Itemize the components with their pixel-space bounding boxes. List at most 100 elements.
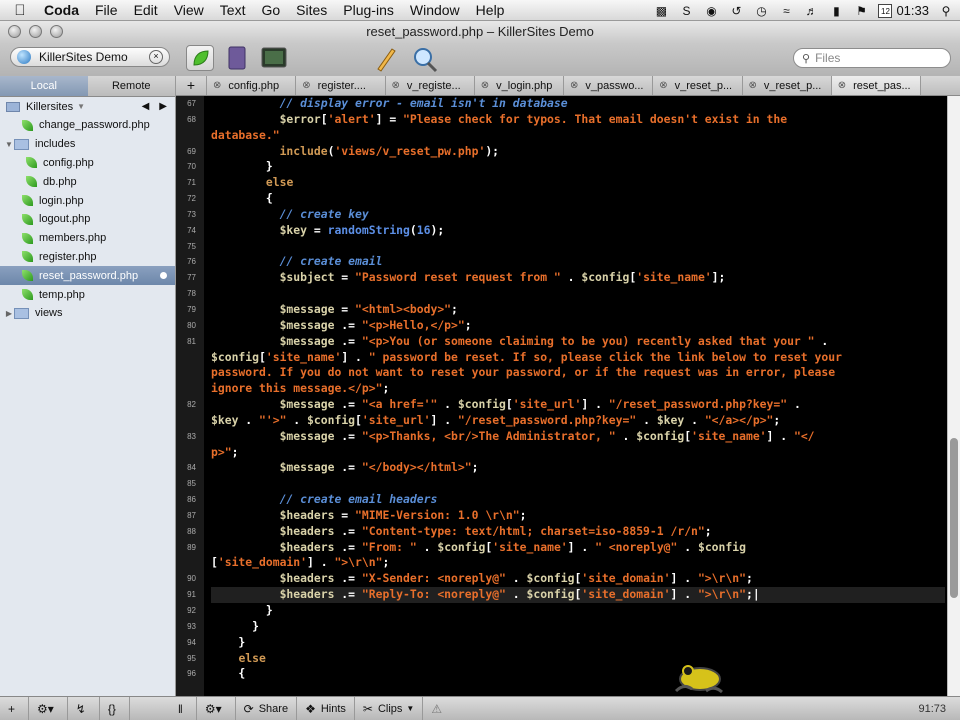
spotlight-icon[interactable]: ⚲ xyxy=(938,4,954,18)
close-tab-icon[interactable]: ⊗ xyxy=(659,80,667,91)
file-tab[interactable]: ⊗ v_reset_p... xyxy=(653,76,743,95)
preview-button[interactable] xyxy=(224,45,252,71)
code-braces-button[interactable]: {} xyxy=(100,697,130,720)
close-tab-icon[interactable]: ⊗ xyxy=(302,80,310,91)
file-row[interactable]: temp.php xyxy=(0,285,175,304)
code-text[interactable]: 67 // display error - email isn't in dat… xyxy=(187,96,945,682)
close-tab-icon[interactable]: ⊗ xyxy=(838,80,846,91)
hints-button[interactable]: ❖ Hints xyxy=(297,697,355,720)
line-number: 81 xyxy=(187,336,196,346)
calendar-icon: 12 xyxy=(878,3,893,18)
apple-icon[interactable]:  xyxy=(0,2,40,19)
terminal-button[interactable] xyxy=(260,45,288,71)
file-tab-active[interactable]: ⊗ reset_pas... xyxy=(831,76,921,95)
menu-edit[interactable]: Edit xyxy=(126,2,166,18)
vertical-scrollbar[interactable] xyxy=(947,96,960,696)
file-tab[interactable]: ⊗ config.php xyxy=(207,76,297,95)
time-machine-icon[interactable]: ↺ xyxy=(728,4,744,18)
line-number: 72 xyxy=(187,194,196,204)
scrollbar-thumb[interactable] xyxy=(950,438,958,598)
site-actions-button[interactable]: ⚙▾ xyxy=(29,697,68,720)
file-row[interactable]: register.php xyxy=(0,248,175,267)
menu-text[interactable]: Text xyxy=(212,2,254,18)
zoom-window-button[interactable] xyxy=(50,25,63,38)
inspect-button[interactable] xyxy=(410,45,438,73)
php-file-icon xyxy=(22,289,33,301)
clips-button[interactable]: ✂ Clips ▼ xyxy=(355,697,424,720)
menu-sites[interactable]: Sites xyxy=(288,2,335,18)
tab-remote[interactable]: Remote xyxy=(88,76,176,96)
new-tab-button[interactable]: + xyxy=(176,76,207,95)
line-number: 77 xyxy=(187,273,196,283)
close-tab-icon[interactable]: ⊗ xyxy=(481,80,489,91)
tab-local[interactable]: Local xyxy=(0,76,88,96)
file-name: register.php xyxy=(39,250,97,263)
code-line: 74 $key = randomString(16); xyxy=(187,223,945,239)
php-file-icon xyxy=(22,213,33,225)
tab-label: reset_pas... xyxy=(853,79,911,92)
file-row-selected[interactable]: reset_password.php xyxy=(0,266,175,286)
file-row[interactable]: logout.php xyxy=(0,210,175,229)
folder-row[interactable]: ▶ views xyxy=(0,304,175,323)
code-editor[interactable]: 67 // display error - email isn't in dat… xyxy=(176,96,960,696)
close-tab-icon[interactable]: ⊗ xyxy=(570,80,578,91)
menu-plug-ins[interactable]: Plug-ins xyxy=(335,2,402,18)
title-bar: reset_password.php – KillerSites Demo xyxy=(0,21,960,43)
disclosure-closed-icon[interactable]: ▶ xyxy=(4,309,14,318)
clock-icon[interactable]: ◷ xyxy=(753,4,769,18)
publish-button[interactable]: ↯ xyxy=(68,697,100,720)
volume-icon[interactable]: ♬ xyxy=(803,4,819,18)
file-tab[interactable]: ⊗ v_passwo... xyxy=(564,76,654,95)
tab-label: v_registe... xyxy=(406,79,461,92)
close-tab-icon[interactable]: ⊗ xyxy=(749,80,757,91)
close-window-button[interactable] xyxy=(8,25,21,38)
share-button[interactable]: ⟳ Share xyxy=(236,697,298,720)
file-tab[interactable]: ⊗ register.... xyxy=(296,76,386,95)
line-number: 91 xyxy=(187,590,196,600)
menu-window[interactable]: Window xyxy=(402,2,468,18)
folder-icon xyxy=(14,307,29,319)
warning-button[interactable]: ⚠ xyxy=(423,697,455,720)
close-tab-icon[interactable]: ⊗ xyxy=(392,80,400,91)
menu-help[interactable]: Help xyxy=(468,2,513,18)
files-search-input[interactable]: ⚲ Files xyxy=(793,48,951,68)
skype-icon[interactable]: S xyxy=(678,4,694,18)
menu-view[interactable]: View xyxy=(166,2,212,18)
file-list: change_password.php ▼ includes config.ph… xyxy=(0,116,175,323)
flag-icon[interactable]: ⚑ xyxy=(853,4,869,18)
add-file-button[interactable]: + xyxy=(0,697,30,720)
minimize-window-button[interactable] xyxy=(29,25,42,38)
file-row[interactable]: login.php xyxy=(0,191,175,210)
file-tab[interactable]: ⊗ v_registe... xyxy=(386,76,475,95)
battery-icon[interactable]: ▮ xyxy=(828,4,844,18)
file-row[interactable]: config.php xyxy=(0,154,175,173)
coda-icon[interactable]: ◉ xyxy=(703,4,719,18)
file-row[interactable]: change_password.php xyxy=(0,116,175,135)
wifi-icon[interactable]: ≈ xyxy=(778,4,794,18)
chevron-down-icon[interactable]: ▼ xyxy=(77,102,85,111)
menu-go[interactable]: Go xyxy=(253,2,288,18)
close-tab-icon[interactable]: ⊗ xyxy=(213,80,221,91)
disclosure-open-icon[interactable]: ▼ xyxy=(4,140,14,149)
file-tab[interactable]: ⊗ v_reset_p... xyxy=(743,76,832,95)
file-name: reset_password.php xyxy=(39,269,139,282)
file-row[interactable]: db.php xyxy=(0,172,175,191)
books-button[interactable] xyxy=(372,45,400,72)
sidebar-resize-handle[interactable]: ‖ xyxy=(130,697,197,720)
forward-arrow-icon[interactable]: ▶ xyxy=(159,101,167,112)
edit-leaf-button[interactable] xyxy=(186,45,214,71)
menu-app-name[interactable]: Coda xyxy=(40,2,87,18)
line-number: 74 xyxy=(187,225,196,235)
clock[interactable]: 12 01:33 xyxy=(878,3,929,18)
file-tab[interactable]: ⊗ v_login.php xyxy=(475,76,564,95)
editor-actions-button[interactable]: ⚙▾ xyxy=(197,697,236,720)
back-arrow-icon[interactable]: ◀ xyxy=(142,101,150,112)
hints-label: Hints xyxy=(320,702,346,715)
site-selector[interactable]: KillerSites Demo × xyxy=(10,47,170,67)
file-row[interactable]: members.php xyxy=(0,229,175,248)
folder-row[interactable]: ▼ includes xyxy=(0,135,175,154)
site-folder-row[interactable]: Killersites ▼ ◀ ▶ xyxy=(0,97,175,116)
close-site-icon[interactable]: × xyxy=(149,50,163,64)
menu-file[interactable]: File xyxy=(87,2,126,18)
camera-icon[interactable]: ▩ xyxy=(653,4,669,18)
